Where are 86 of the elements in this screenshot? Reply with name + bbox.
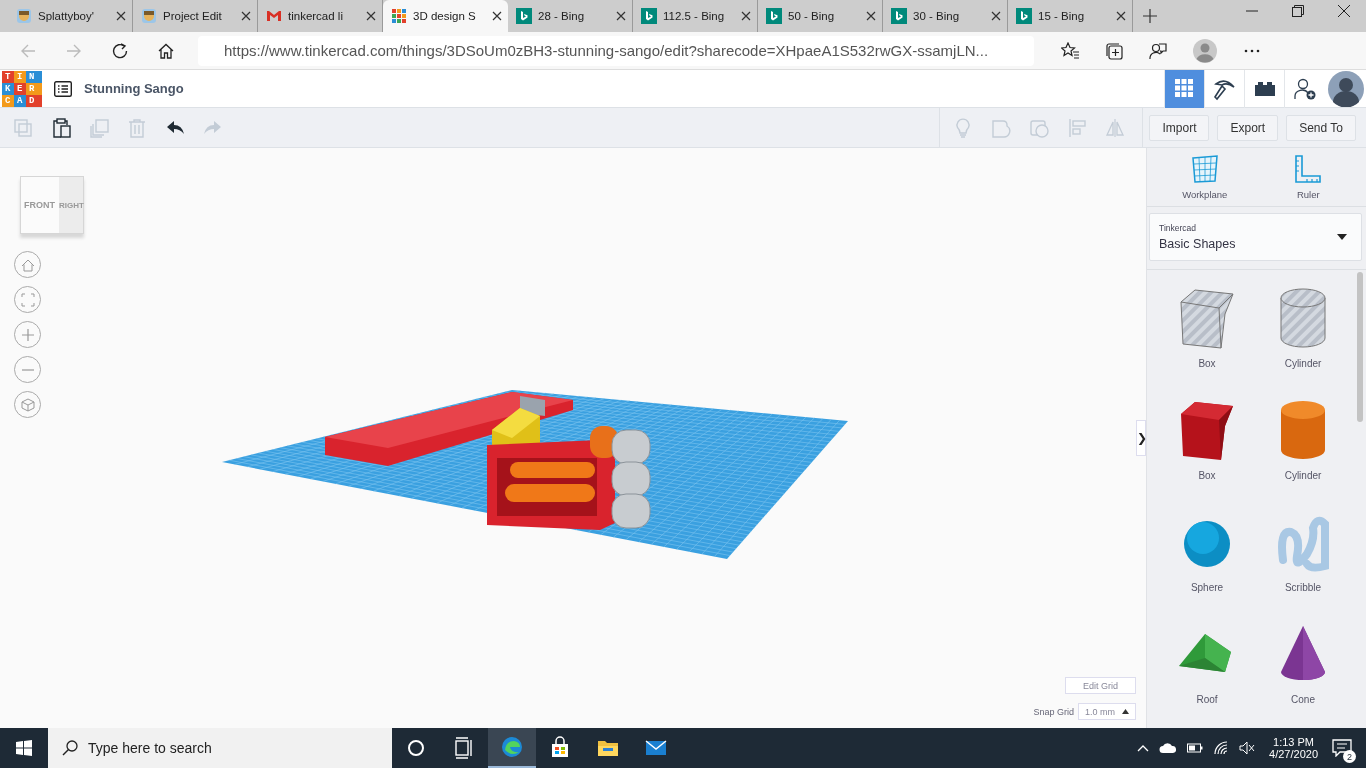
shape-tile[interactable]: Roof: [1159, 622, 1255, 728]
restore-icon[interactable]: [1292, 5, 1304, 17]
ruler-icon: [1293, 154, 1324, 183]
align-icon: [1067, 117, 1088, 138]
mail-icon: [266, 8, 282, 24]
close-icon[interactable]: [616, 11, 626, 21]
feedback-icon[interactable]: [1149, 41, 1167, 60]
bing-icon: [766, 8, 782, 24]
cube-face-label: RIGHT: [59, 200, 84, 210]
shape-library-dropdown[interactable]: Tinkercad Basic Shapes: [1149, 213, 1362, 261]
volume-muted-icon[interactable]: [1239, 741, 1256, 755]
close-icon[interactable]: [1116, 11, 1126, 21]
taskbar-search-field[interactable]: Type here to search: [48, 728, 392, 768]
scrollbar-thumb[interactable]: [1357, 272, 1363, 422]
close-icon[interactable]: [492, 11, 502, 21]
battery-icon[interactable]: [1187, 743, 1204, 753]
user-avatar-icon[interactable]: [1328, 70, 1364, 107]
close-icon[interactable]: [741, 11, 751, 21]
fit-view-icon: [19, 291, 36, 308]
edit-grid-button[interactable]: Edit Grid: [1065, 677, 1136, 694]
shape-tile[interactable]: Cone: [1255, 622, 1351, 728]
shape-tile[interactable]: Box: [1159, 286, 1255, 392]
close-icon[interactable]: [1338, 5, 1350, 17]
snap-grid-select[interactable]: 1.0 mm: [1078, 703, 1136, 720]
trash-icon: [127, 117, 147, 138]
edge-taskbar-button[interactable]: [488, 728, 536, 768]
zoom-out-icon: [21, 368, 34, 371]
bing-icon: [1016, 8, 1032, 24]
list-icon[interactable]: [54, 80, 72, 97]
avatar-icon: [16, 8, 32, 24]
logo-icon: [391, 8, 407, 24]
toolbar-button[interactable]: Import: [1149, 114, 1210, 141]
zoom-in-icon: [19, 326, 36, 343]
refresh-icon[interactable]: [112, 42, 128, 59]
toolbar-button[interactable]: Send To: [1286, 114, 1356, 141]
caret-icon: [1122, 709, 1129, 714]
toolbar-button[interactable]: Export: [1217, 114, 1279, 141]
shape-tile[interactable]: Scribble: [1255, 510, 1351, 616]
bing-icon: [641, 8, 657, 24]
notification-count-badge: 2: [1343, 750, 1356, 763]
profile-avatar-icon[interactable]: [1193, 38, 1217, 63]
shape-tile[interactable]: Sphere: [1159, 510, 1255, 616]
edge-icon: [500, 735, 524, 759]
copy-icon: [13, 117, 33, 138]
workplane-button[interactable]: Workplane: [1164, 148, 1245, 207]
favorites-icon[interactable]: [1061, 41, 1079, 60]
dropdown-caret-icon: [1337, 234, 1347, 241]
bing-icon: [891, 8, 907, 24]
add-user-icon: [1292, 76, 1317, 101]
ruler-button[interactable]: Ruler: [1268, 148, 1349, 207]
library-name: Basic Shapes: [1159, 237, 1236, 252]
hole-shape-icon: [1029, 117, 1050, 138]
chevron-up-icon[interactable]: [1137, 744, 1150, 752]
snap-grid-label: Snap Grid: [1033, 706, 1074, 717]
collections-icon[interactable]: [1105, 41, 1123, 60]
duplicate-icon: [89, 117, 109, 138]
cube-face-label: FRONT: [24, 200, 55, 210]
clock-date[interactable]: 4/27/2020: [1269, 748, 1318, 760]
close-icon[interactable]: [366, 11, 376, 21]
close-icon[interactable]: [116, 11, 126, 21]
address-field[interactable]: https://www.tinkercad.com/things/3DSoUm0zBH3-stunning-sango/edit?sharecode=XHpaeA1S532rwGX-ssamjLN...: [198, 35, 1034, 66]
library-source-label: Tinkercad: [1159, 223, 1197, 234]
mirror-icon: [1105, 117, 1126, 138]
cloud-icon[interactable]: [1159, 742, 1178, 754]
url-text: https://www.tinkercad.com/things/3DSoUm0zBH3-stunning-sango/edit?sharecode=XHpaeA1S532rwGX-ssamjLN...: [224, 42, 989, 59]
bing-icon: [516, 8, 532, 24]
close-icon[interactable]: [866, 11, 876, 21]
workplane-icon: [1189, 154, 1220, 183]
new-tab-icon[interactable]: [1143, 9, 1157, 23]
wifi-icon[interactable]: [1213, 741, 1230, 755]
shape-tile[interactable]: Box: [1159, 398, 1255, 504]
windows-start-icon[interactable]: [16, 740, 32, 756]
close-icon[interactable]: [241, 11, 251, 21]
design-title[interactable]: Stunning Sango: [84, 81, 184, 96]
paste-icon: [51, 117, 71, 138]
solid-shape-icon: [991, 117, 1012, 138]
home-icon[interactable]: [158, 42, 174, 59]
shape-tile[interactable]: Cylinder: [1255, 286, 1351, 392]
browser-tab[interactable]: 3D design S: [383, 0, 508, 32]
3d-model-drawing[interactable]: [325, 392, 651, 530]
shape-tile[interactable]: Cylinder: [1255, 398, 1351, 504]
clock-time[interactable]: 1:13 PM: [1273, 736, 1314, 748]
avatar-icon: [141, 8, 157, 24]
cube-icon: [19, 396, 36, 413]
search-icon: [62, 740, 78, 756]
close-icon[interactable]: [991, 11, 1001, 21]
